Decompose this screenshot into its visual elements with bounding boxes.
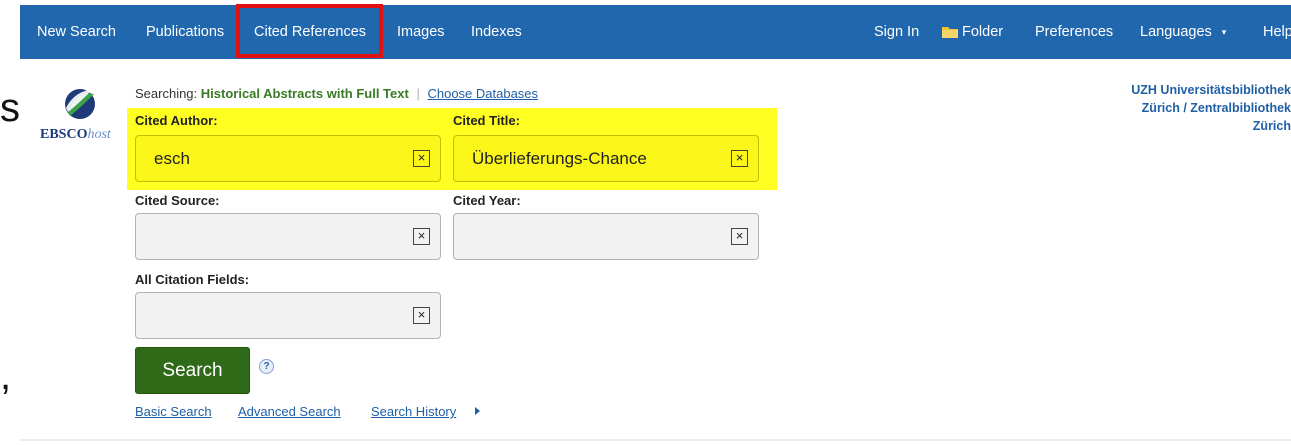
ebsco-logo-icon bbox=[65, 89, 95, 119]
ebsco-logo-text[interactable]: EBSCOhost bbox=[40, 127, 111, 143]
all-citation-fields-label: All Citation Fields: bbox=[135, 272, 250, 287]
nav-help[interactable]: Help bbox=[1263, 5, 1291, 59]
clear-field-icon[interactable]: × bbox=[413, 228, 430, 245]
top-navigation-bar: New Search Publications Cited References… bbox=[20, 5, 1291, 59]
nav-new-search[interactable]: New Search bbox=[37, 5, 116, 59]
search-button[interactable]: Search bbox=[135, 347, 250, 394]
cited-author-field[interactable]: esch × bbox=[135, 135, 441, 182]
clear-field-icon[interactable]: × bbox=[731, 150, 748, 167]
logo-brand: EBSCO bbox=[40, 127, 88, 142]
database-name: Historical Abstracts with Full Text bbox=[200, 86, 409, 101]
institution-line: Zürich bbox=[1252, 119, 1291, 133]
nav-folder[interactable]: Folder bbox=[962, 5, 1003, 59]
search-history-link[interactable]: Search History bbox=[371, 404, 456, 419]
cited-author-label: Cited Author: bbox=[135, 113, 218, 128]
basic-search-link[interactable]: Basic Search bbox=[135, 404, 212, 419]
divider bbox=[20, 439, 1291, 441]
cited-title-value: Überlieferungs-Chance bbox=[472, 149, 647, 168]
cited-title-field[interactable]: Überlieferungs-Chance × bbox=[453, 135, 759, 182]
all-citation-fields-field[interactable]: × bbox=[135, 292, 441, 339]
cited-source-field[interactable]: × bbox=[135, 213, 441, 260]
clear-field-icon[interactable]: × bbox=[731, 228, 748, 245]
cited-source-label: Cited Source: bbox=[135, 193, 220, 208]
nav-preferences[interactable]: Preferences bbox=[1035, 5, 1113, 59]
searching-line: Searching: Historical Abstracts with Ful… bbox=[135, 86, 538, 101]
nav-languages[interactable]: Languages ▾ bbox=[1140, 5, 1226, 59]
page: s , New Search Publications Cited Refere… bbox=[0, 0, 1291, 445]
logo-suffix: host bbox=[87, 127, 111, 142]
cited-year-label: Cited Year: bbox=[453, 193, 521, 208]
advanced-search-link[interactable]: Advanced Search bbox=[238, 404, 341, 419]
clear-field-icon[interactable]: × bbox=[413, 307, 430, 324]
choose-databases-link[interactable]: Choose Databases bbox=[427, 86, 538, 101]
cited-year-field[interactable]: × bbox=[453, 213, 759, 260]
nav-publications[interactable]: Publications bbox=[146, 5, 224, 59]
help-icon[interactable]: ? bbox=[259, 359, 274, 374]
institution-name: UZH Universitätsbibliothek Zürich / Zent… bbox=[991, 81, 1291, 135]
nav-languages-label: Languages bbox=[1140, 24, 1212, 40]
nav-sign-in[interactable]: Sign In bbox=[874, 5, 919, 59]
triangle-right-icon bbox=[475, 407, 480, 415]
institution-line: Zürich / Zentralbibliothek bbox=[1141, 101, 1291, 115]
chevron-down-icon: ▾ bbox=[1221, 27, 1227, 38]
cropped-text-fragment: s bbox=[0, 86, 20, 130]
folder-icon bbox=[942, 27, 958, 38]
nav-cited-references[interactable]: Cited References bbox=[254, 5, 366, 59]
nav-images[interactable]: Images bbox=[397, 5, 445, 59]
institution-line: UZH Universitätsbibliothek bbox=[1131, 83, 1291, 97]
cited-title-label: Cited Title: bbox=[453, 113, 520, 128]
separator: | bbox=[416, 86, 420, 101]
searching-prefix: Searching: bbox=[135, 86, 198, 101]
nav-indexes[interactable]: Indexes bbox=[471, 5, 522, 59]
cited-author-value: esch bbox=[154, 149, 190, 168]
cropped-text-fragment: , bbox=[0, 354, 12, 398]
clear-field-icon[interactable]: × bbox=[413, 150, 430, 167]
